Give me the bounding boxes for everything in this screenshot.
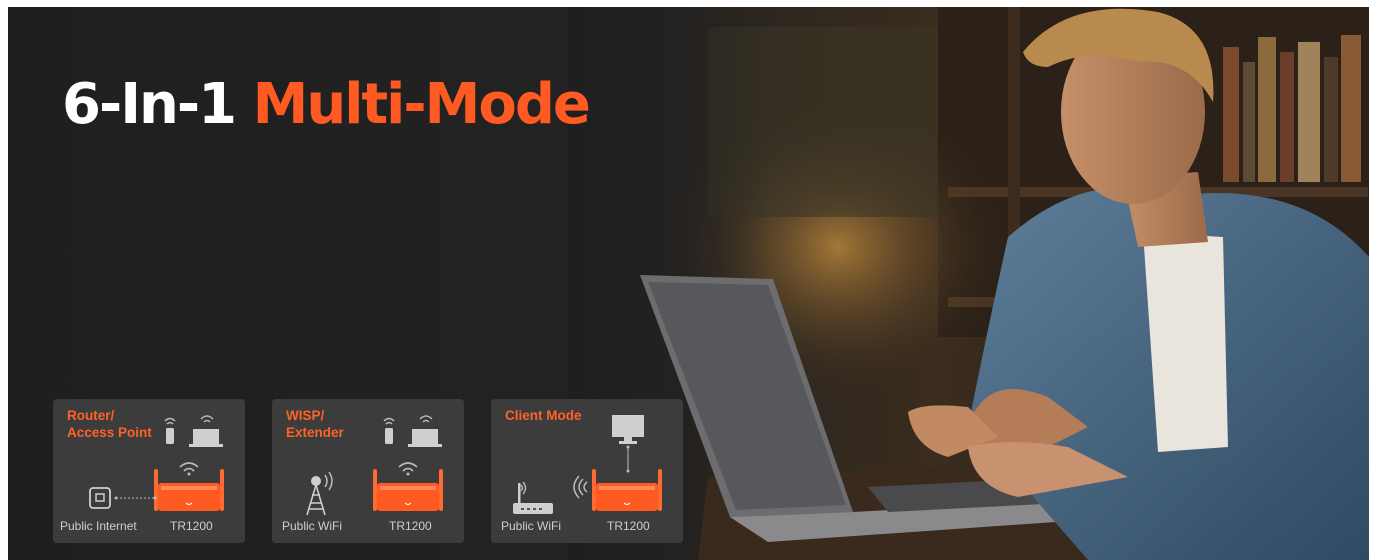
- source-label: Public WiFi: [501, 519, 562, 533]
- mode-title: Client Mode: [505, 408, 582, 423]
- client-devices-icon: [164, 415, 223, 447]
- mode-card-client: Client Mode Public WiFi TR1200: [491, 399, 683, 543]
- headline-accent: Multi-Mode: [252, 72, 591, 137]
- mode-title: WISP/ Extender: [286, 408, 344, 440]
- ethernet-port-icon: [89, 487, 157, 509]
- source-label: Public Internet: [60, 519, 137, 533]
- device-label: TR1200: [607, 519, 650, 533]
- tr1200-router-icon: [592, 469, 662, 511]
- mode-title: Router/ Access Point: [67, 408, 152, 440]
- headline-white: 6-In-1: [62, 72, 253, 137]
- tr1200-router-icon: [373, 462, 443, 511]
- client-devices-icon: [383, 415, 442, 447]
- promo-banner: 6-In-1 Multi-Mode Router/ Access Point P…: [8, 7, 1369, 560]
- headline: 6-In-1 Multi-Mode: [62, 71, 591, 139]
- mode-card-router: Router/ Access Point Public Internet TR1…: [53, 399, 245, 543]
- device-label: TR1200: [170, 519, 213, 533]
- mode-card-wisp: WISP/ Extender Public WiFi TR1200: [272, 399, 464, 543]
- source-label: Public WiFi: [282, 519, 343, 533]
- device-label: TR1200: [389, 519, 432, 533]
